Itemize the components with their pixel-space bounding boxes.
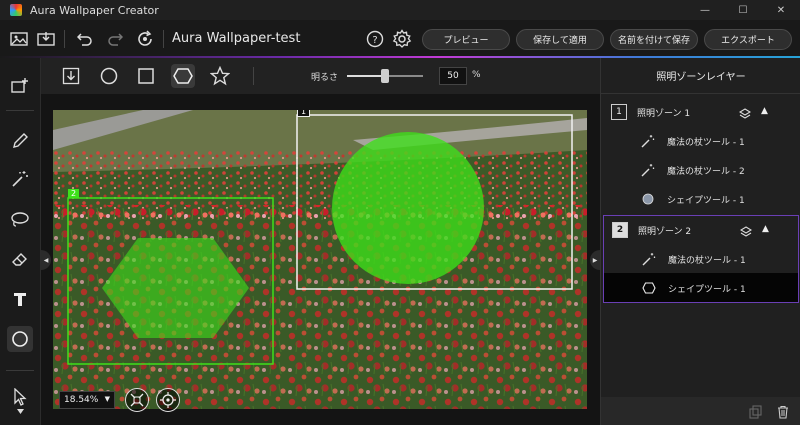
brightness-slider-knob[interactable] [381, 69, 389, 83]
star-shape-icon[interactable] [208, 64, 232, 88]
panel-title: 照明ゾーンレイヤー [601, 58, 800, 94]
save-as-button[interactable]: 名前を付けて保存 [610, 29, 698, 50]
maximize-button[interactable]: ☐ [724, 0, 762, 20]
hexagon-shape-icon[interactable] [171, 64, 195, 88]
collapse-left-panel-button[interactable]: ◀ [41, 250, 51, 270]
zone-1-name: 照明ゾーン 1 [637, 109, 691, 119]
magic-wand-icon[interactable] [8, 167, 32, 191]
zone-1-group: 1 照明ゾーン 1 ▲ 魔法の杖ツール - 1 魔法の杖ツール - 2 シェイプ… [603, 98, 799, 213]
window-controls: — ☐ ✕ [686, 0, 800, 20]
shape-toolbar: 明るさ 50 % [41, 58, 600, 94]
canvas-area: 1 2 ◀ ▶ 18.54% ▼ [41, 94, 600, 425]
magic-wand-icon [641, 163, 655, 177]
pencil-icon[interactable] [8, 129, 32, 153]
zone-1-header[interactable]: 1 照明ゾーン 1 ▲ [603, 98, 799, 126]
zone-2-group: 2 照明ゾーン 2 ▲ 魔法の杖ツール - 1 シェイプツール - 1 [603, 215, 799, 303]
zone-2-tag: 2 [68, 189, 80, 198]
main-toolbar: Aura Wallpaper-test ? プレビュー 保存して適用 名前を付け… [0, 20, 800, 58]
left-toolbar [0, 58, 41, 425]
select-pointer-icon[interactable] [8, 386, 32, 418]
preview-button[interactable]: プレビュー [422, 29, 510, 50]
list-item-label: 魔法の杖ツール - 2 [667, 167, 745, 177]
open-image-icon[interactable] [8, 28, 30, 50]
duplicate-icon[interactable] [749, 404, 763, 419]
export-button[interactable]: エクスポート [704, 29, 792, 50]
save-and-apply-button[interactable]: 保存して適用 [516, 29, 604, 50]
collapse-up-icon[interactable]: ▲ [761, 106, 768, 116]
settings-gear-icon[interactable] [391, 28, 413, 50]
list-item-label: 魔法の杖ツール - 1 [668, 256, 746, 266]
zone-2-header[interactable]: 2 照明ゾーン 2 ▲ [604, 216, 798, 244]
shape-tool-icon[interactable] [7, 326, 33, 352]
list-item-label: シェイプツール - 1 [667, 196, 745, 206]
list-item[interactable]: 魔法の杖ツール - 2 [603, 155, 799, 184]
zone-2-name: 照明ゾーン 2 [638, 227, 692, 237]
brightness-unit: % [472, 70, 481, 80]
eraser-icon[interactable] [8, 247, 32, 271]
circle-shape-icon[interactable] [97, 64, 121, 88]
magic-wand-icon [641, 134, 655, 148]
zone-2-number: 2 [612, 222, 628, 238]
zoom-level-select[interactable]: 18.54% ▼ [59, 391, 115, 409]
redo-icon[interactable] [104, 28, 126, 50]
download-shape-icon[interactable] [59, 64, 83, 88]
list-item[interactable]: 魔法の杖ツール - 1 [603, 126, 799, 155]
hexagon-shape-icon [642, 281, 656, 295]
list-item[interactable]: 魔法の杖ツール - 1 [604, 244, 798, 273]
wallpaper-image[interactable]: 1 2 [53, 110, 587, 409]
close-button[interactable]: ✕ [762, 0, 800, 20]
minimize-button[interactable]: — [686, 0, 724, 20]
magic-wand-icon [642, 252, 656, 266]
layers-icon[interactable] [738, 105, 752, 124]
layers-icon[interactable] [739, 223, 753, 242]
list-item-label: 魔法の杖ツール - 1 [667, 138, 745, 148]
zone-1-number: 1 [611, 104, 627, 120]
collapse-right-panel-button[interactable]: ▶ [590, 250, 600, 270]
lighting-zone-layers-panel: 照明ゾーンレイヤー 1 照明ゾーン 1 ▲ 魔法の杖ツール - 1 魔法の杖ツー… [600, 58, 800, 425]
brightness-slider-fill [347, 75, 385, 77]
import-icon[interactable] [35, 28, 57, 50]
collapse-up-icon[interactable]: ▲ [762, 224, 769, 234]
list-item[interactable]: シェイプツール - 1 [604, 273, 798, 302]
circle-shape-icon [641, 192, 655, 206]
list-item-label: シェイプツール - 1 [668, 285, 746, 295]
title-bar: Aura Wallpaper Creator — ☐ ✕ [0, 0, 800, 20]
zoom-level-value: 18.54% [64, 395, 99, 405]
svg-text:?: ? [372, 35, 377, 46]
reset-icon[interactable] [134, 28, 156, 50]
zone-1-tag: 1 [297, 110, 311, 117]
center-target-icon[interactable] [156, 388, 180, 412]
document-title: Aura Wallpaper-test [172, 31, 301, 46]
app-title: Aura Wallpaper Creator [30, 3, 159, 17]
brightness-value-input[interactable]: 50 [439, 67, 467, 85]
square-shape-icon[interactable] [134, 64, 158, 88]
undo-icon[interactable] [74, 28, 96, 50]
text-tool-icon[interactable] [8, 287, 32, 311]
add-layer-icon[interactable] [8, 74, 32, 98]
trash-icon[interactable] [776, 404, 790, 419]
fit-to-screen-icon[interactable] [125, 388, 149, 412]
lasso-icon[interactable] [8, 207, 32, 231]
panel-footer [601, 397, 800, 425]
chevron-down-icon: ▼ [104, 395, 110, 403]
help-icon[interactable]: ? [364, 28, 386, 50]
list-item[interactable]: シェイプツール - 1 [603, 184, 799, 213]
brightness-label: 明るさ [311, 73, 339, 83]
app-logo-icon [10, 4, 22, 16]
